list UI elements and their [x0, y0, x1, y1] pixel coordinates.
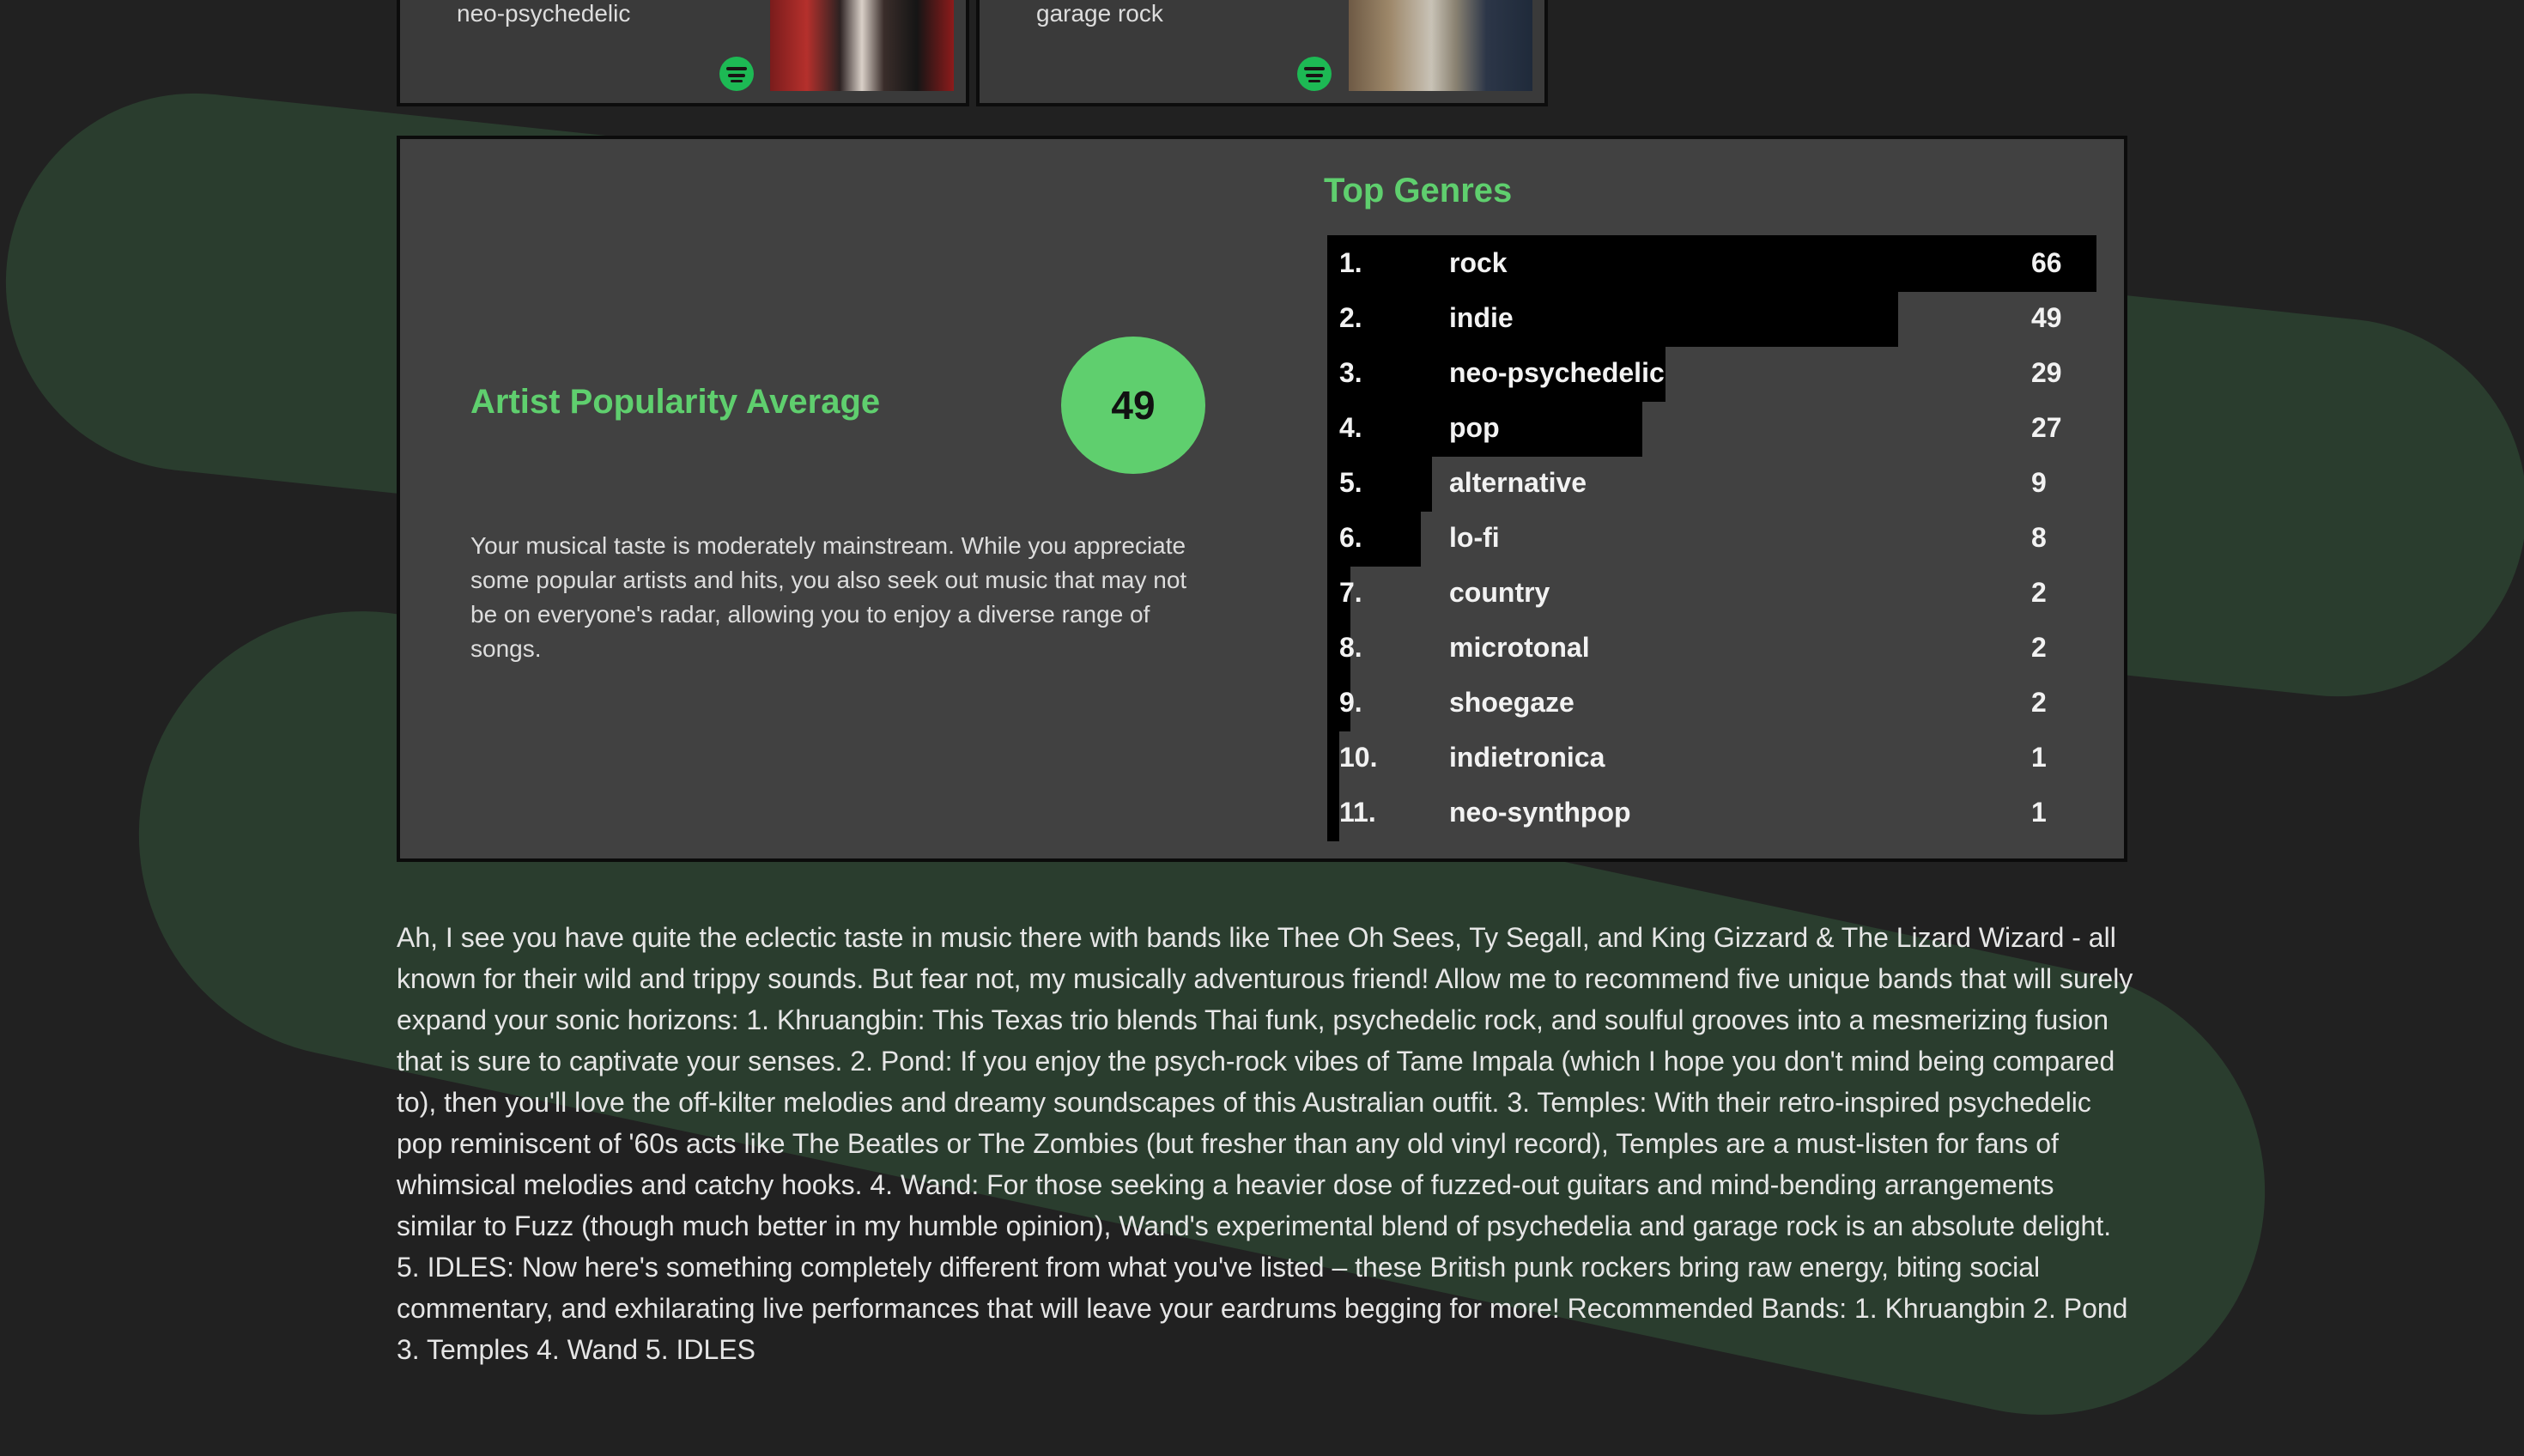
genre-row: 9. shoegaze 2 — [1327, 675, 2100, 731]
genre-bar — [1327, 785, 1339, 841]
artist-photo — [770, 0, 954, 91]
genre-count: 27 — [2031, 412, 2062, 443]
genre-rank: 8. — [1339, 632, 1362, 663]
genre-rank: 4. — [1339, 412, 1362, 443]
genre-name: microtonal — [1449, 632, 1590, 663]
genre-row: 11. neo-synthpop 1 — [1327, 785, 2100, 841]
spotify-icon[interactable] — [1297, 57, 1332, 91]
artist-card[interactable]: garage rock — [976, 0, 1548, 106]
genre-count: 9 — [2031, 467, 2047, 498]
genre-row: 7. country 2 — [1327, 565, 2100, 622]
genre-count: 2 — [2031, 687, 2047, 718]
stats-panel: Artist Popularity Average 49 Your musica… — [397, 136, 2127, 862]
genre-name: indietronica — [1449, 742, 1605, 773]
genre-name: rock — [1449, 247, 1508, 278]
genre-name: alternative — [1449, 467, 1587, 498]
genre-name: neo-psychedelic — [1449, 357, 1665, 388]
top-genres-list: 1. rock 66 2. indie 49 3. neo-psychedelic 29 4. po… — [1327, 235, 2100, 841]
genre-row: 1. rock 66 — [1327, 235, 2100, 292]
genre-count: 29 — [2031, 357, 2062, 388]
genre-count: 2 — [2031, 577, 2047, 608]
artist-genre: garage rock — [1036, 0, 1163, 27]
genre-row: 4. pop 27 — [1327, 400, 2100, 457]
genre-row: 6. lo-fi 8 — [1327, 510, 2100, 567]
genre-rank: 9. — [1339, 687, 1362, 718]
artist-photo — [1349, 0, 1532, 91]
spotify-icon[interactable] — [719, 57, 754, 91]
genre-count: 66 — [2031, 247, 2062, 278]
genre-bar — [1327, 290, 1898, 347]
genre-name: neo-synthpop — [1449, 797, 1631, 828]
genre-name: country — [1449, 577, 1550, 608]
genre-row: 10. indietronica 1 — [1327, 730, 2100, 786]
genre-rank: 2. — [1339, 302, 1362, 333]
genre-name: shoegaze — [1449, 687, 1574, 718]
genre-bar — [1327, 730, 1339, 786]
genre-count: 1 — [2031, 742, 2047, 773]
genre-row: 8. microtonal 2 — [1327, 620, 2100, 676]
genre-rank: 3. — [1339, 357, 1362, 388]
genre-count: 8 — [2031, 522, 2047, 553]
genre-row: 2. indie 49 — [1327, 290, 2100, 347]
genre-count: 49 — [2031, 302, 2062, 333]
popularity-description: Your musical taste is moderately mainstr… — [470, 532, 1187, 662]
genre-rank: 1. — [1339, 247, 1362, 278]
artist-card[interactable]: neo-psychedelic — [397, 0, 969, 106]
genre-name: indie — [1449, 302, 1514, 333]
genre-rank: 5. — [1339, 467, 1362, 498]
genre-row: 5. alternative 9 — [1327, 455, 2100, 512]
genre-bar — [1327, 235, 2096, 292]
popularity-title: Artist Popularity Average — [470, 383, 881, 421]
genre-row: 3. neo-psychedelic 29 — [1327, 345, 2100, 402]
genre-rank: 6. — [1339, 522, 1362, 553]
genre-count: 1 — [2031, 797, 2047, 828]
genre-rank: 11. — [1339, 797, 1376, 828]
top-genres-title: Top Genres — [1324, 172, 1513, 209]
artist-genre: neo-psychedelic — [457, 0, 631, 27]
popularity-score-badge: 49 — [1061, 337, 1205, 474]
recommendation-text: Ah, I see you have quite the eclectic ta… — [397, 922, 2133, 1365]
genre-name: lo-fi — [1449, 522, 1500, 553]
genre-name: pop — [1449, 412, 1500, 443]
genre-rank: 10. — [1339, 742, 1378, 773]
genre-rank: 7. — [1339, 577, 1362, 608]
genre-count: 2 — [2031, 632, 2047, 663]
